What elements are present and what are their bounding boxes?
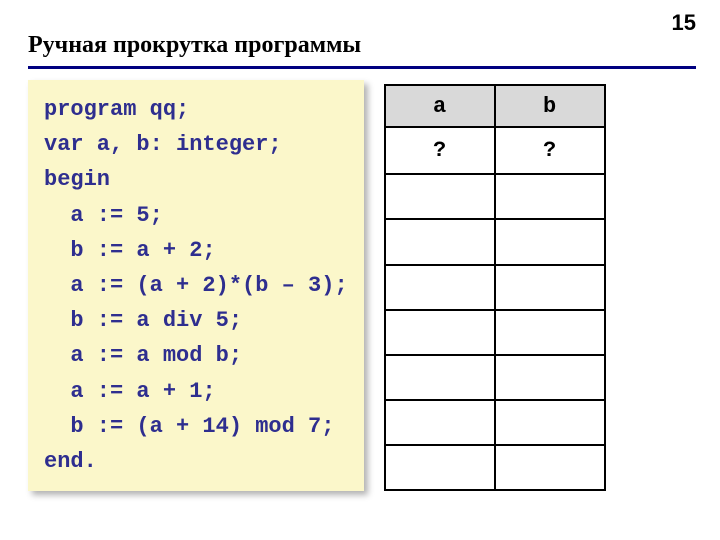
cell-b: ? [495, 127, 605, 174]
slide-title: Ручная прокрутка программы [28, 32, 361, 59]
cell-b [495, 265, 605, 310]
cell-a: ? [385, 127, 495, 174]
table-header-a: a [385, 85, 495, 127]
cell-a [385, 219, 495, 264]
trace-table: a b ?? [384, 84, 606, 491]
content-area: program qq; var a, b: integer; begin a :… [28, 80, 696, 491]
cell-a [385, 355, 495, 400]
table-row: ?? [385, 127, 605, 174]
table-row [385, 219, 605, 264]
cell-a [385, 400, 495, 445]
cell-a [385, 445, 495, 490]
cell-a [385, 265, 495, 310]
table-row [385, 400, 605, 445]
code-listing: program qq; var a, b: integer; begin a :… [28, 80, 364, 491]
table-row [385, 174, 605, 219]
table-row [385, 445, 605, 490]
cell-b [495, 355, 605, 400]
cell-b [495, 310, 605, 355]
cell-b [495, 445, 605, 490]
table-row [385, 265, 605, 310]
cell-a [385, 310, 495, 355]
table-body: ?? [385, 127, 605, 490]
table-header-b: b [495, 85, 605, 127]
title-underline [28, 66, 696, 69]
table-header-row: a b [385, 85, 605, 127]
page-number: 15 [672, 10, 696, 36]
cell-b [495, 219, 605, 264]
cell-b [495, 174, 605, 219]
table-row [385, 310, 605, 355]
cell-a [385, 174, 495, 219]
cell-b [495, 400, 605, 445]
table-row [385, 355, 605, 400]
